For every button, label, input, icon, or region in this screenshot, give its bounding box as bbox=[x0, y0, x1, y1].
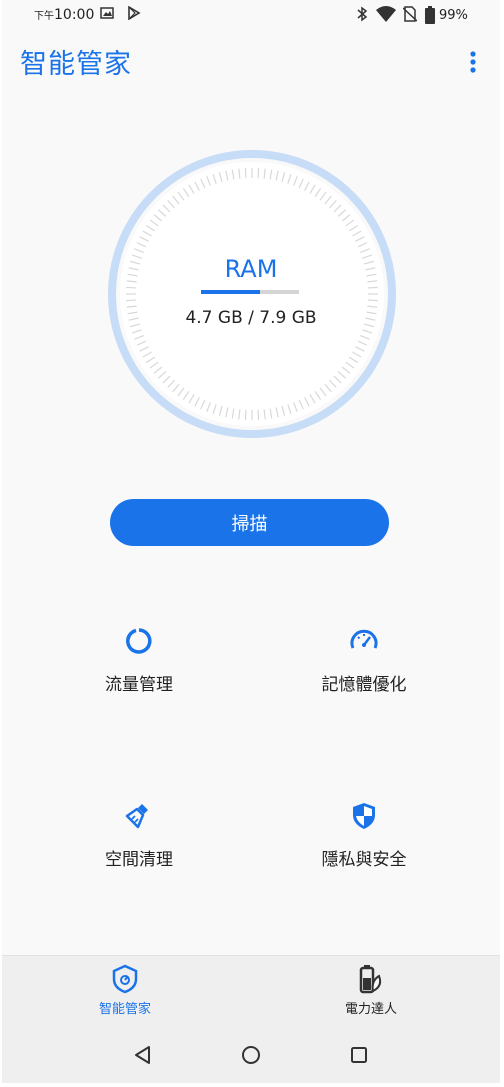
battery-icon bbox=[425, 6, 435, 24]
bluetooth-icon bbox=[357, 6, 368, 22]
speedometer-icon bbox=[350, 629, 378, 649]
feature-label: 流量管理 bbox=[105, 675, 173, 695]
nav-item-power-master[interactable]: 電力達人 bbox=[311, 964, 431, 1017]
home-icon[interactable] bbox=[239, 1043, 263, 1067]
ram-gauge bbox=[108, 150, 396, 438]
status-time-value: 10:00 bbox=[54, 7, 95, 23]
ram-progress-fill bbox=[201, 290, 260, 294]
no-sim-icon bbox=[403, 6, 417, 22]
shield-icon bbox=[353, 803, 375, 829]
status-time-prefix: 下午 bbox=[34, 11, 54, 22]
ram-usage-text: 4.7 GB / 7.9 GB bbox=[185, 308, 317, 328]
play-store-icon bbox=[128, 6, 141, 20]
app-title: 智能管家 bbox=[20, 49, 132, 80]
feature-memory-optimization[interactable]: 記憶體優化 bbox=[279, 626, 449, 716]
status-time: 下午10:00 bbox=[34, 7, 94, 23]
feature-space-cleanup[interactable]: 空間清理 bbox=[54, 801, 224, 891]
gauge-tick bbox=[244, 168, 247, 179]
back-icon[interactable] bbox=[131, 1043, 155, 1067]
more-vert-icon[interactable] bbox=[462, 48, 484, 76]
nav-label-mobile-manager: 智能管家 bbox=[98, 1002, 151, 1017]
ram-label: RAM bbox=[224, 255, 278, 283]
power-master-icon bbox=[359, 965, 382, 994]
feature-label: 記憶體優化 bbox=[321, 675, 407, 695]
smart-manager-screen: 下午10:00 99% 智能管家 RAM 4.7 GB / 7.9 GB 掃描 … bbox=[2, 0, 500, 1083]
ram-progress-bar bbox=[201, 290, 299, 294]
feature-privacy-security[interactable]: 隱私與安全 bbox=[279, 801, 449, 891]
battery-percent: 99% bbox=[439, 8, 468, 23]
feature-label: 空間清理 bbox=[105, 850, 173, 870]
gauge-tick bbox=[257, 168, 260, 179]
recents-icon[interactable] bbox=[347, 1043, 371, 1067]
nav-item-mobile-manager[interactable]: 智能管家 bbox=[65, 964, 185, 1017]
feature-label: 隱私與安全 bbox=[321, 850, 407, 870]
gauge-tick bbox=[126, 299, 137, 302]
image-icon bbox=[100, 7, 114, 19]
gauge-face bbox=[120, 162, 384, 426]
bottom-nav: 智能管家 電力達人 bbox=[2, 955, 500, 1027]
gauge-tick bbox=[126, 286, 137, 289]
status-bar: 下午10:00 99% bbox=[2, 0, 500, 32]
nav-label-power-master: 電力達人 bbox=[344, 1002, 397, 1017]
wifi-icon bbox=[376, 6, 396, 22]
gauge-tick bbox=[257, 409, 260, 420]
mobile-manager-icon bbox=[112, 964, 138, 994]
scan-button[interactable]: 掃描 bbox=[110, 499, 389, 546]
data-usage-icon bbox=[126, 628, 152, 654]
gauge-tick bbox=[367, 286, 378, 289]
gauge-tick bbox=[244, 409, 247, 420]
gauge-tick bbox=[367, 299, 378, 302]
feature-data-usage[interactable]: 流量管理 bbox=[54, 626, 224, 716]
brush-icon bbox=[125, 804, 148, 829]
system-nav-bar bbox=[2, 1027, 500, 1083]
